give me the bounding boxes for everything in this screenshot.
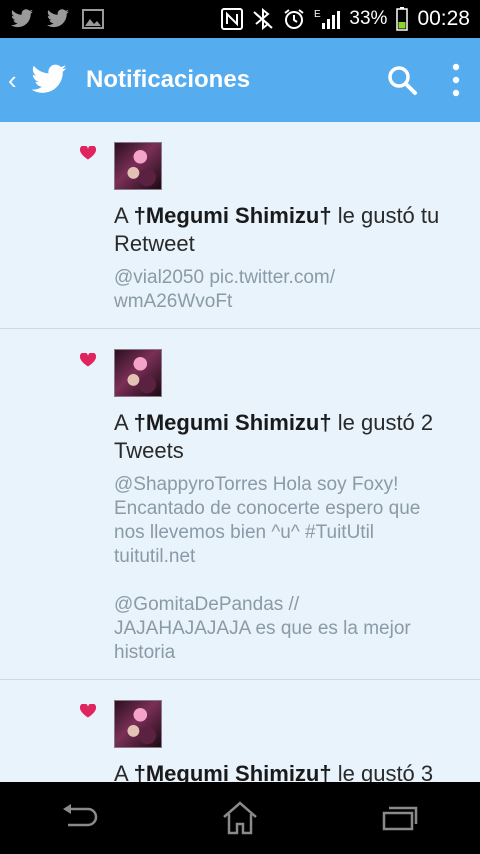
tweet-text[interactable]: @ShappyroTorres Hola soy Foxy! Encantado… <box>114 473 466 569</box>
headline-prefix: A <box>114 203 134 228</box>
nfc-icon <box>221 8 244 30</box>
list-item[interactable]: A †Megumi Shimizu† le gustó tu Retweet @… <box>0 122 480 329</box>
signal-icon: E <box>314 8 341 30</box>
twitter-logo-icon[interactable] <box>30 64 68 96</box>
action-bar: ‹ Notificaciones <box>0 38 480 122</box>
clock: 00:28 <box>417 7 470 30</box>
headline-prefix: A <box>114 761 134 782</box>
overflow-menu-icon[interactable] <box>452 63 460 97</box>
back-icon[interactable] <box>40 788 120 848</box>
system-indicators: E 33% 00:28 <box>221 7 480 31</box>
notification-headline: A †Megumi Shimizu† le gustó tu Retweet <box>114 202 466 258</box>
twitter-icon <box>46 9 70 29</box>
battery-percent: 33% <box>349 8 388 29</box>
image-icon <box>82 9 104 29</box>
heart-icon <box>79 703 97 723</box>
network-type: E <box>314 9 321 20</box>
alarm-icon <box>283 8 305 30</box>
twitter-icon <box>10 9 34 29</box>
battery-icon <box>396 7 409 31</box>
avatar[interactable] <box>114 700 162 748</box>
recent-apps-icon[interactable] <box>360 788 440 848</box>
list-item[interactable]: A †Megumi Shimizu† le gustó 2 Tweets @Sh… <box>0 329 480 680</box>
notification-headline: A †Megumi Shimizu† le gustó 2 Tweets <box>114 409 466 465</box>
bluetooth-icon <box>252 8 274 30</box>
up-navigation-chevron[interactable]: ‹ <box>8 65 22 96</box>
notification-headline: A †Megumi Shimizu† le gustó 3 <box>114 760 466 782</box>
tweet-text[interactable]: @vial2050 pic.twitter.com/ wmA26WvoFt <box>114 266 466 314</box>
avatar[interactable] <box>114 142 162 190</box>
avatar[interactable] <box>114 349 162 397</box>
heart-icon <box>79 352 97 372</box>
search-icon[interactable] <box>386 64 418 96</box>
headline-prefix: A <box>114 410 134 435</box>
status-bar: E 33% 00:28 <box>0 0 480 38</box>
headline-suffix: le gustó 3 <box>331 761 434 782</box>
notification-list[interactable]: A †Megumi Shimizu† le gustó tu Retweet @… <box>0 122 480 782</box>
user-name[interactable]: †Megumi Shimizu† <box>134 410 332 435</box>
user-name[interactable]: †Megumi Shimizu† <box>134 761 332 782</box>
page-title: Notificaciones <box>86 66 251 93</box>
user-name[interactable]: †Megumi Shimizu† <box>134 203 332 228</box>
home-icon[interactable] <box>200 788 280 848</box>
tweet-text[interactable]: @GomitaDePandas // JAJAHAJAJAJA es que e… <box>114 593 466 665</box>
action-bar-actions <box>386 63 480 97</box>
list-item[interactable]: A †Megumi Shimizu† le gustó 3 <box>0 680 480 782</box>
navigation-bar <box>0 782 480 854</box>
heart-icon <box>79 145 97 165</box>
notification-icons <box>0 9 104 29</box>
